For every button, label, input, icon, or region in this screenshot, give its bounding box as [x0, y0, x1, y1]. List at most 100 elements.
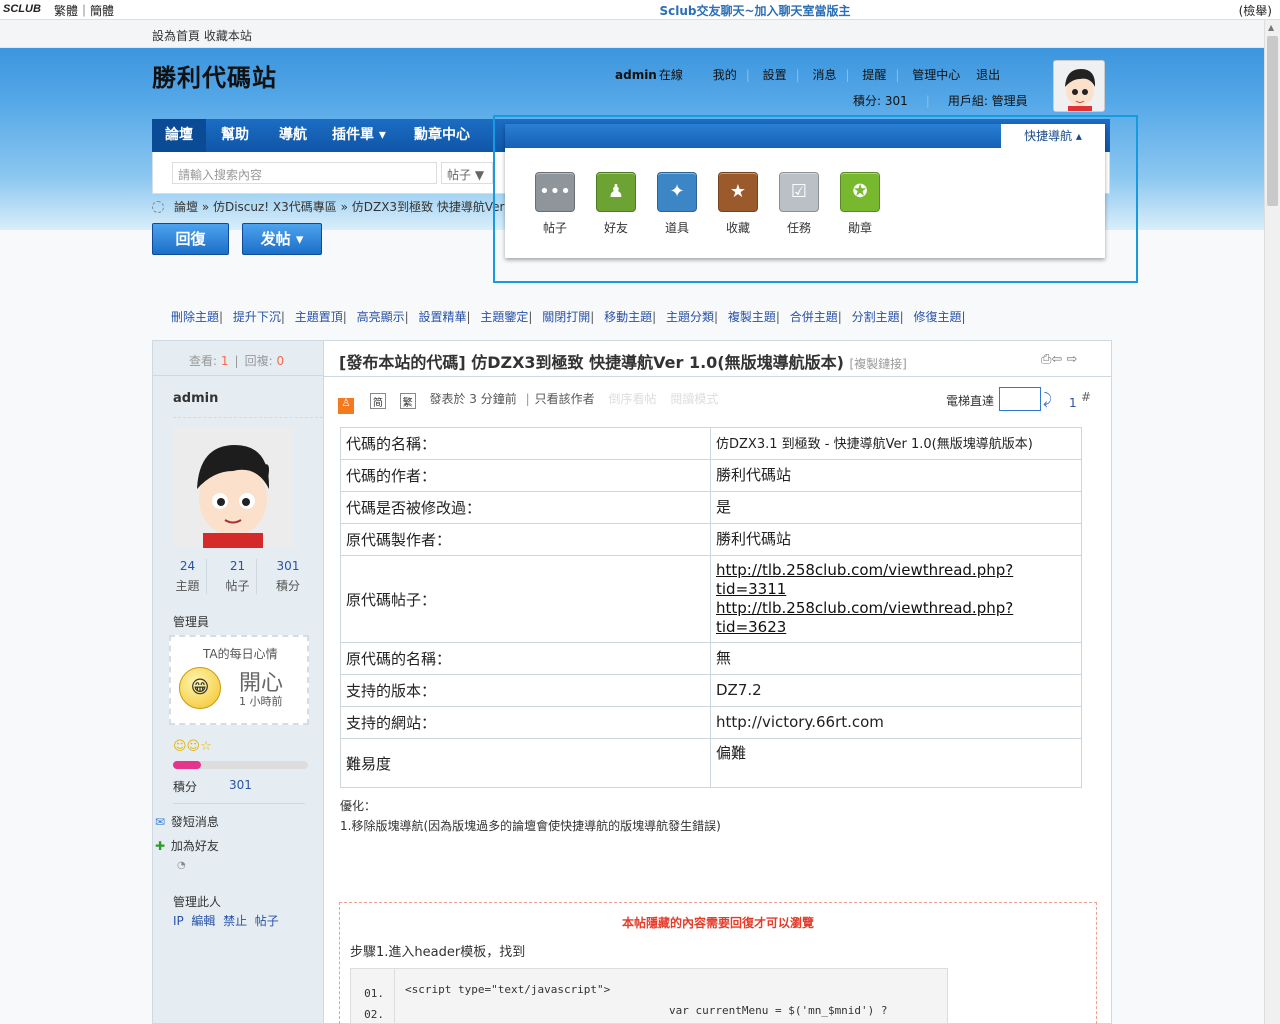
info-key-text: 原代碼的名稱：	[346, 650, 452, 668]
rss-icon[interactable]: ◔	[177, 860, 186, 871]
author-avatar[interactable]	[173, 427, 294, 548]
author-stat[interactable]: 21 帖子	[219, 559, 257, 594]
nav-forum[interactable]: 論壇	[152, 119, 206, 152]
send-message-action[interactable]: ✉ 發短消息	[155, 813, 219, 830]
points-value[interactable]: 301	[229, 778, 252, 792]
info-key: 原代碼的名稱：	[340, 642, 711, 675]
posts-link[interactable]: 帖子	[255, 914, 279, 928]
print-icon[interactable]: ⎙	[1041, 352, 1051, 367]
traditional-icon[interactable]: 繁	[399, 393, 416, 409]
edit-link[interactable]: 編輯	[191, 914, 215, 928]
nav-medal-center[interactable]: 勳章中心	[402, 119, 482, 152]
mod-link[interactable]: 合併主題	[790, 310, 838, 324]
author-column: 查看: 1 | 回複: 0 admin 24 主題 21 帖子 301 積分 管理員 TA的每…	[152, 340, 324, 1024]
report-link[interactable]: (檢舉)	[1239, 2, 1272, 19]
new-post-button[interactable]: 发帖 ▾	[242, 223, 322, 255]
info-key-text: 難易度	[346, 754, 392, 773]
goto-floor-label: 電梯直達	[946, 394, 995, 408]
line-number: 02.	[364, 1008, 384, 1021]
info-key: 原代碼帖子：	[340, 555, 711, 643]
search-type-select[interactable]: 帖子 ▼	[441, 162, 493, 184]
reply-button[interactable]: 回復	[152, 223, 229, 255]
mod-link[interactable]: 修復主題	[914, 310, 962, 324]
goto-floor-icon[interactable]: ⤸	[1043, 390, 1052, 408]
nav-plugins[interactable]: 插件單 ▾	[324, 119, 394, 152]
add-friend-action[interactable]: ✚ 加為好友	[155, 837, 219, 854]
code-line: <script type="text/javascript">	[405, 983, 611, 996]
mod-link[interactable]: 主題置頂	[295, 310, 343, 324]
top-banner-link[interactable]: Sclub交友聊天~加入聊天室當版主	[0, 2, 1280, 19]
author-group[interactable]: 管理員	[173, 613, 209, 630]
my-link[interactable]: 我的	[713, 68, 737, 82]
info-row: 代碼的作者： 勝利代碼站	[340, 459, 1082, 492]
optimize-text: 1.移除版塊導航(因為版塊過多的論壇會使快捷導航的版塊導航發生錯誤)	[340, 819, 721, 833]
send-message-label[interactable]: 發短消息	[171, 815, 219, 829]
next-thread-icon[interactable]: ⇨	[1066, 352, 1077, 367]
source-link[interactable]: http://tlb.258club.com/viewthread.php?ti…	[716, 561, 1013, 598]
user-icon[interactable]: ♙	[338, 398, 354, 414]
set-homepage-link[interactable]: 設為首頁 收藏本站	[152, 27, 252, 44]
info-row: 支持的版本： DZ7.2	[340, 674, 1082, 707]
username-link[interactable]: admin	[615, 68, 657, 82]
mod-link[interactable]: 主題分類	[666, 310, 714, 324]
author-stat-number[interactable]: 24	[169, 559, 206, 573]
add-friend-label[interactable]: 加為好友	[171, 839, 219, 853]
mod-link[interactable]: 刪除主題	[171, 310, 219, 324]
logout-link[interactable]: 退出	[976, 68, 1000, 82]
search-input[interactable]: 請輸入搜索內容	[172, 162, 437, 184]
author-stat[interactable]: 301 積分	[269, 559, 307, 594]
mod-link[interactable]: 複製主題	[728, 310, 776, 324]
online-status[interactable]: 在線	[659, 68, 683, 82]
mod-link[interactable]: 高亮顯示	[357, 310, 405, 324]
info-key-text: 代碼的名稱：	[346, 435, 437, 453]
prev-thread-icon[interactable]: ⇦	[1051, 352, 1062, 367]
points-link[interactable]: 積分: 301	[853, 94, 908, 108]
info-value: 是	[716, 498, 732, 516]
settings-link[interactable]: 設置	[763, 68, 787, 82]
top-bar: SCLUB 繁體｜簡體 Sclub交友聊天~加入聊天室當版主 (檢舉)	[0, 0, 1280, 20]
goto-floor-input[interactable]	[999, 387, 1041, 411]
notifications-link[interactable]: 提醒	[862, 68, 886, 82]
breadcrumb-text[interactable]: 論壇 » 仿Discuz! X3代碼專區 » 仿DZX3到極致 快捷導航Ver …	[174, 200, 516, 214]
code-line: var currentMenu = $('mn_$mnid') ?	[669, 1004, 888, 1017]
only-author-link[interactable]: 只看該作者	[535, 392, 595, 406]
read-mode-link[interactable]: 閱讀模式	[670, 392, 718, 406]
mod-link[interactable]: 主題鑒定	[480, 310, 528, 324]
messages-link[interactable]: 消息	[812, 68, 836, 82]
info-value-cell: 勝利代碼站	[710, 523, 1082, 556]
usergroup-link[interactable]: 用戶組: 管理員	[948, 94, 1028, 108]
header-avatar[interactable]	[1053, 60, 1105, 112]
mod-link[interactable]: 提升下沉	[233, 310, 281, 324]
hidden-notice: 本帖隱藏的內容需要回復才可以瀏覽	[621, 916, 814, 930]
level-progress-fill	[173, 761, 201, 769]
plus-icon: ✚	[155, 839, 166, 853]
info-row: 難易度 偏難	[340, 738, 1082, 788]
source-link[interactable]: http://tlb.258club.com/viewthread.php?ti…	[716, 599, 1013, 636]
info-key-text: 代碼是否被修改過：	[346, 499, 482, 517]
author-stat-number[interactable]: 301	[269, 559, 307, 573]
scrollbar[interactable]: ▲	[1264, 20, 1280, 1024]
ip-link[interactable]: IP	[173, 914, 184, 928]
user-menu: admin 在線 我的 | 設置 | 消息 | 提醒 | 管理中心 退出	[615, 68, 1001, 82]
admin-center-link[interactable]: 管理中心	[912, 68, 960, 82]
reverse-order-link[interactable]: 倒序看帖	[608, 392, 656, 406]
site-title[interactable]: 勝利代碼站	[152, 58, 277, 93]
mod-link[interactable]: 設置精華	[419, 310, 467, 324]
thread-title: [發布本站的代碼] 仿DZX3到極致 快捷導航Ver 1.0(無版塊導航版本) …	[339, 349, 907, 373]
mod-link[interactable]: 移動主題	[604, 310, 652, 324]
copy-link[interactable]: [複製鏈接]	[850, 357, 907, 371]
author-name[interactable]: admin	[173, 391, 218, 406]
author-stat[interactable]: 24 主題	[169, 559, 207, 594]
nav-help[interactable]: 幫助	[210, 119, 260, 152]
info-value-cell: 無	[710, 642, 1082, 675]
scroll-up-icon[interactable]: ▲	[1268, 23, 1274, 32]
ban-link[interactable]: 禁止	[223, 914, 247, 928]
scrollbar-thumb[interactable]	[1267, 36, 1278, 206]
mod-link[interactable]: 關閉打開	[542, 310, 590, 324]
info-row: 原代碼帖子： http://tlb.258club.com/viewthread.…	[340, 555, 1082, 643]
simplified-icon[interactable]: 简	[369, 393, 386, 409]
views-label: 查看:	[189, 354, 218, 368]
nav-navigation[interactable]: 導航	[266, 119, 320, 152]
mod-link[interactable]: 分割主題	[852, 310, 900, 324]
author-stat-number[interactable]: 21	[219, 559, 256, 573]
